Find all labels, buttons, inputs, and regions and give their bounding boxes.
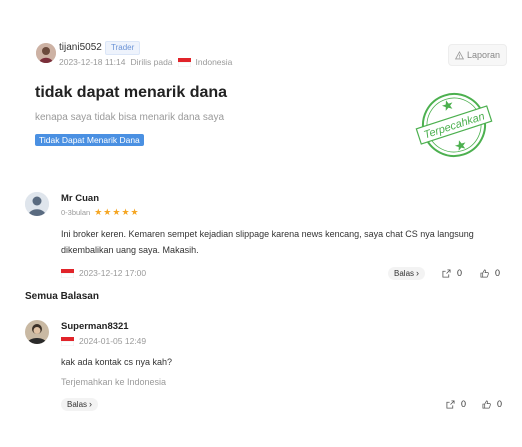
report-label: Laporan (467, 50, 501, 60)
post-body: kenapa saya tidak bisa menarik dana saya (35, 112, 225, 123)
reply-meta: 2024-01-05 12:49 (61, 336, 146, 346)
report-button[interactable]: Laporan (448, 44, 508, 66)
share-icon (442, 268, 451, 278)
comment-datetime: 2023-12-12 17:00 (79, 268, 147, 278)
share-icon (446, 399, 455, 409)
all-replies-heading: Semua Balasan (25, 291, 99, 302)
author-username[interactable]: tijani5052 (59, 42, 102, 53)
thumbs-up-icon (482, 400, 491, 408)
post-location-prefix: Dirilis pada (130, 57, 173, 67)
star-icon: ★ (112, 207, 121, 217)
commenter-username[interactable]: Mr Cuan (61, 193, 99, 204)
thumbs-up-icon (480, 269, 489, 277)
chevron-right-icon: › (416, 268, 420, 278)
indonesia-flag-icon (61, 268, 74, 278)
like-action-2[interactable]: 0 (482, 399, 502, 409)
commenter-meta: 0-3bulan ★ ★ ★ ★ ★ (61, 207, 139, 218)
star-icon: ★ (121, 207, 130, 217)
reply-username[interactable]: Superman8321 (61, 321, 129, 332)
share-count: 0 (461, 399, 467, 409)
reply-button[interactable]: Balas › (388, 267, 426, 280)
star-icon: ★ (94, 207, 103, 217)
comment-text: Ini broker keren. Kemaren sempet kejadia… (61, 229, 474, 255)
reply-label: Balas (394, 269, 415, 278)
post-meta: 2023-12-18 11:14 Dirilis pada Indonesia (59, 57, 232, 67)
like-count: 0 (497, 399, 503, 409)
author-avatar[interactable] (36, 43, 56, 63)
resolved-stamp: Terpecahkan (414, 90, 494, 160)
chevron-right-icon: › (89, 399, 93, 409)
share-action[interactable]: 0 (442, 268, 462, 278)
like-count: 0 (495, 268, 501, 278)
star-icon: ★ (130, 207, 139, 217)
indonesia-flag-icon (177, 57, 191, 67)
post-title: tidak dapat menarik dana (35, 84, 228, 101)
role-badge: Trader (105, 41, 141, 55)
commenter-avatar[interactable] (25, 192, 49, 216)
post-datetime: 2023-12-18 11:14 (59, 57, 126, 67)
comment-meta: 2023-12-12 17:00 (61, 268, 146, 278)
translate-link[interactable]: Terjemahkan ke Indonesia (61, 377, 166, 387)
warning-triangle-icon (455, 50, 464, 59)
commenter-tenure: 0-3bulan (61, 208, 91, 217)
indonesia-flag-icon (61, 336, 74, 346)
share-count: 0 (457, 268, 463, 278)
reply-text: kak ada kontak cs nya kah? (61, 357, 173, 367)
reply-datetime: 2024-01-05 12:49 (79, 336, 147, 346)
category-tag[interactable]: Tidak Dapat Menarik Dana (35, 134, 144, 146)
post-country: Indonesia (195, 57, 233, 67)
reply-label: Balas (67, 400, 88, 409)
reply-button-2[interactable]: Balas › (61, 398, 99, 411)
rating-stars: ★ ★ ★ ★ ★ (94, 207, 138, 218)
star-icon: ★ (103, 207, 112, 217)
share-action-2[interactable]: 0 (446, 399, 466, 409)
like-action[interactable]: 0 (480, 268, 500, 278)
reply-avatar[interactable] (25, 320, 49, 344)
